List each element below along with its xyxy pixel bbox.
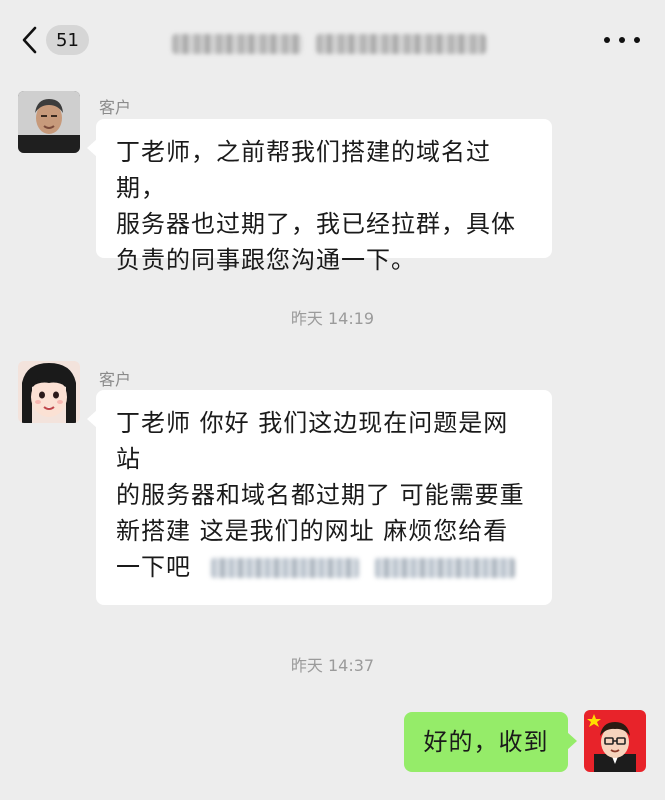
message-bubble[interactable]: 丁老师，之前帮我们搭建的域名过期， 服务器也过期了，我已经拉群，具体 负责的同事…	[87, 119, 552, 274]
redacted-link	[211, 558, 359, 578]
message-line: 服务器也过期了，我已经拉群，具体	[116, 210, 516, 238]
unread-count-badge: 51	[46, 25, 89, 55]
message-line: 新搭建 这是我们的网址 麻烦您给看	[116, 517, 509, 545]
message-line: 丁老师 你好 我们这边现在问题是网站	[116, 409, 509, 473]
avatar[interactable]	[18, 91, 80, 153]
cartoon-man-with-flag-icon	[584, 710, 646, 772]
chevron-left-icon	[22, 26, 37, 54]
redacted-link	[375, 558, 515, 578]
timestamp: 昨天 14:19	[290, 309, 375, 328]
message-line: 的服务器和域名都过期了 可能需要重	[116, 481, 525, 509]
timestamp: 昨天 14:37	[290, 656, 375, 675]
avatar-self[interactable]	[584, 710, 646, 772]
sender-name: 客户	[99, 370, 132, 389]
cartoon-girl-icon	[18, 361, 80, 423]
avatar[interactable]	[18, 361, 80, 423]
chat-title-redacted	[172, 30, 492, 58]
redacted-title-part	[316, 34, 486, 54]
message-text: 好的，收到	[423, 728, 549, 756]
message-bubble-outgoing[interactable]: 好的，收到	[404, 712, 577, 772]
message-bubble[interactable]: 丁老师 你好 我们这边现在问题是网站 的服务器和域名都过期了 可能需要重 新搭建…	[87, 390, 552, 605]
more-options-button[interactable]	[604, 30, 640, 50]
message-line: 负责的同事跟您沟通一下。	[116, 246, 416, 274]
message-line: 丁老师，之前帮我们搭建的域名过期，	[116, 138, 491, 202]
back-button[interactable]: 51	[20, 24, 90, 56]
message-line-text: 一下吧	[116, 553, 191, 581]
redacted-title-part	[172, 34, 302, 54]
more-dots-icon	[604, 37, 610, 43]
chat-header: 51	[0, 0, 665, 78]
sender-name: 客户	[99, 98, 132, 117]
man-portrait-icon	[18, 91, 80, 153]
message-line: 一下吧	[116, 549, 532, 585]
